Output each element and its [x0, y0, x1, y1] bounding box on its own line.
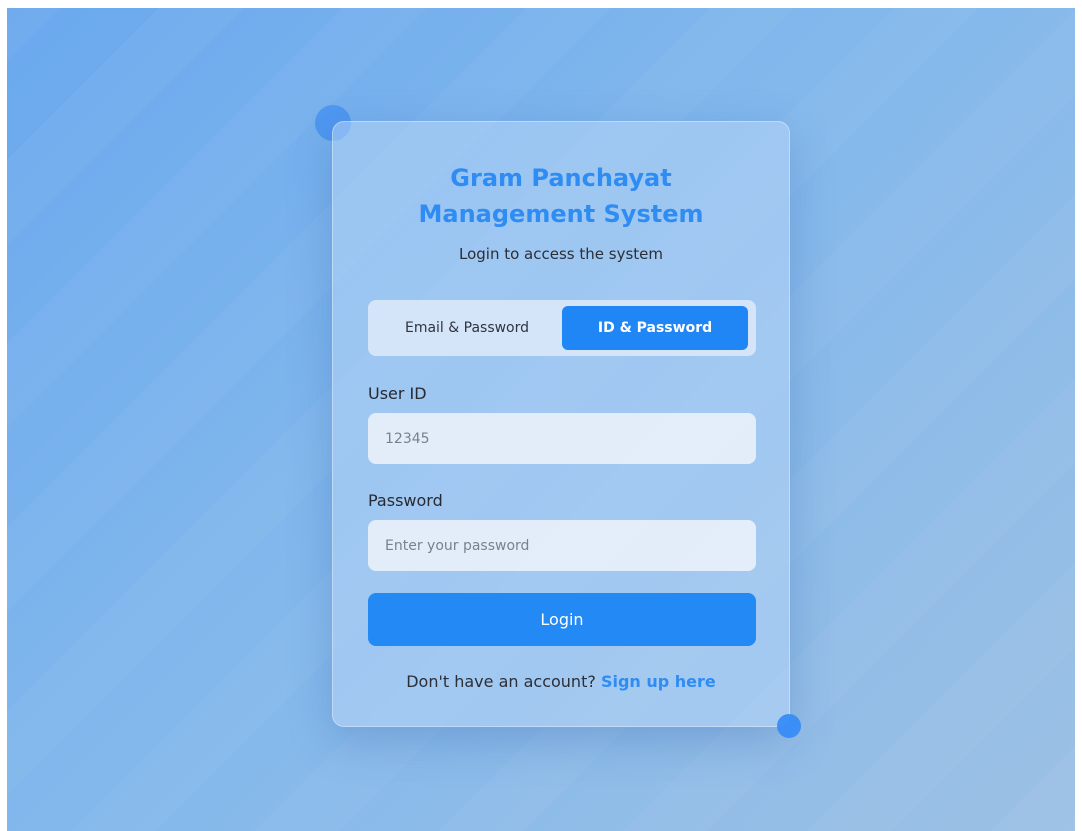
- tab-id-password[interactable]: ID & Password: [562, 306, 748, 350]
- login-subtitle: Login to access the system: [459, 245, 663, 263]
- login-method-tabs: Email & Password ID & Password: [368, 300, 756, 356]
- page-title: Gram Panchayat Management System: [333, 160, 789, 232]
- page-background: Gram Panchayat Management System Login t…: [7, 8, 1075, 831]
- signup-prompt-text: Don't have an account?: [406, 672, 596, 691]
- password-label: Password: [368, 491, 443, 510]
- decorative-bubble-bottom: [777, 714, 801, 738]
- password-input[interactable]: [368, 520, 756, 571]
- login-button[interactable]: Login: [368, 593, 756, 646]
- title-line-1: Gram Panchayat: [450, 164, 672, 192]
- login-card: Gram Panchayat Management System Login t…: [332, 121, 790, 727]
- tab-email-password[interactable]: Email & Password: [374, 306, 560, 350]
- signup-link[interactable]: Sign up here: [601, 672, 716, 691]
- user-id-input[interactable]: [368, 413, 756, 464]
- signup-prompt-line: Don't have an account? Sign up here: [333, 672, 789, 692]
- user-id-label: User ID: [368, 384, 427, 403]
- title-line-2: Management System: [418, 200, 704, 228]
